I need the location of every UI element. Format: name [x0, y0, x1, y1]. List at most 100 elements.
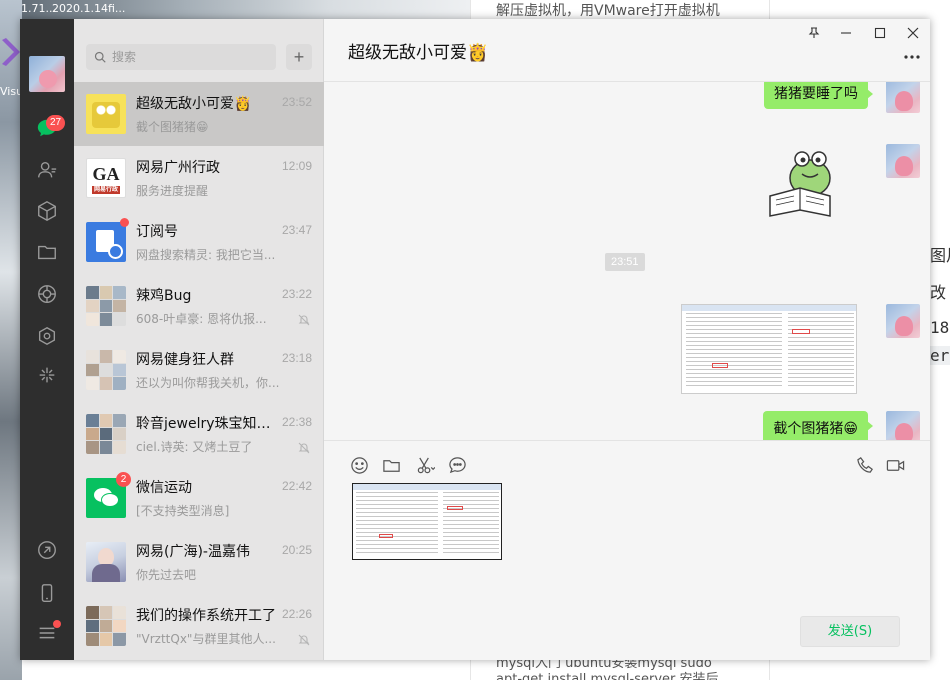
conversation-item[interactable]: 网易(广海)-温嘉伟 20:25 你先过去吧 [74, 530, 324, 594]
time-separator: 23:51 [605, 253, 645, 271]
link-icon[interactable] [33, 536, 61, 564]
conversation-preview: 还以为叫你帮我关机，你... [136, 376, 280, 390]
conversation-name: 超级无敌小可爱👸 [136, 96, 252, 112]
search-icon [94, 51, 106, 63]
draft-image-attachment[interactable] [352, 483, 502, 560]
input-divider [324, 440, 930, 441]
conversation-preview: 608-叶卓豪: 恩将仇报... [136, 312, 267, 326]
conversation-time: 22:42 [281, 479, 312, 493]
mute-bell-icon [298, 634, 310, 646]
minimize-icon[interactable] [838, 25, 854, 41]
conversation-item[interactable]: 辣鸡Bug 23:22 608-叶卓豪: 恩将仇报... [74, 274, 324, 338]
pin-icon[interactable] [806, 25, 822, 41]
background-right-text: er, [930, 346, 950, 365]
conversation-preview: [不支持类型消息] [136, 504, 230, 518]
conversation-item[interactable]: 超级无敌小可爱👸 23:52 截个图猪猪😁 [74, 82, 324, 146]
conversation-avatar [86, 94, 126, 134]
conversation-preview: 你先过去吧 [136, 568, 197, 582]
sender-avatar[interactable] [886, 411, 920, 440]
conversation-time: 23:52 [281, 95, 312, 109]
visual-studio-icon[interactable] [0, 32, 22, 72]
screenshot-scissors-icon[interactable] [414, 454, 436, 476]
conversation-preview: 服务进度提醒 [136, 184, 209, 198]
search-input[interactable] [112, 50, 262, 64]
conversation-item[interactable]: 网易健身狂人群 23:18 还以为叫你帮我关机，你... [74, 338, 324, 402]
background-right-text: 图片 [930, 246, 950, 265]
message-area: 猪猪要睡了吗 23:51 截个图猪猪😁 [324, 82, 930, 440]
conversation-item[interactable]: 订阅号 23:47 网盘搜索精灵: 我把它当... [74, 210, 324, 274]
search-network-icon[interactable] [33, 361, 61, 389]
conversation-avatar [86, 542, 126, 582]
conversation-item[interactable]: 聆音jewelry珠宝知识... 22:38 ciel.诗英: 又烤土豆了 [74, 402, 324, 466]
screenshot-thumbnail[interactable] [681, 304, 857, 394]
message-bubble[interactable]: 截个图猪猪😁 [763, 411, 873, 440]
conversation-name: 辣鸡Bug [136, 288, 192, 304]
menu-notification-dot [53, 620, 61, 628]
sender-avatar[interactable] [886, 304, 920, 338]
contacts-icon[interactable] [33, 156, 61, 184]
mute-bell-icon [298, 314, 310, 326]
sender-avatar[interactable] [886, 144, 920, 178]
conversation-preview: ciel.诗英: 又烤土豆了 [136, 440, 253, 454]
group-avatar [86, 414, 126, 454]
conversation-preview: 网盘搜索精灵: 我把它当... [136, 248, 276, 262]
conversation-preview: 截个图猪猪😁 [136, 120, 209, 134]
background-doc-text: 解压虚拟机，用VMware打开虚拟机 [496, 3, 720, 19]
phone-icon[interactable] [33, 579, 61, 607]
chat-history-icon[interactable] [446, 454, 468, 476]
background-right-text: 18 [930, 318, 950, 337]
conversation-name: 网易(广海)-温嘉伟 [136, 544, 250, 560]
background-right-text: 改 [930, 283, 947, 302]
frog-reading-sticker[interactable] [766, 144, 836, 220]
sender-avatar[interactable] [886, 82, 920, 113]
unread-dot [120, 218, 129, 227]
favorites-icon[interactable] [33, 197, 61, 225]
conversation-item[interactable]: 2 微信运动 22:42 [不支持类型消息] [74, 466, 324, 530]
desktop-app-label: Visual Studio 2 [0, 85, 22, 98]
conversation-list: 超级无敌小可爱👸 23:52 截个图猪猪😁 GA 网易行政 网易广州行政 12:… [74, 82, 324, 658]
files-icon[interactable] [33, 238, 61, 266]
more-options-icon[interactable] [902, 49, 922, 65]
background-doc-text: apt-get install mysql-server 安装后 [496, 672, 719, 680]
conversation-name: 聆音jewelry珠宝知识... [136, 416, 278, 432]
conversation-name: 网易健身狂人群 [136, 352, 234, 368]
conversation-time: 23:47 [281, 223, 312, 237]
mini-programs-icon[interactable] [33, 322, 61, 350]
add-chat-button[interactable]: + [286, 44, 312, 70]
message-bubble[interactable]: 猪猪要睡了吗 [764, 82, 873, 109]
close-icon[interactable] [905, 25, 921, 41]
conversation-panel: + 超级无敌小可爱👸 23:52 截个图猪猪😁 GA 网易行政 网易广州行政 1… [74, 19, 324, 660]
subscription-icon [86, 222, 126, 262]
avatar-logo-subtext: 网易行政 [92, 186, 121, 194]
search-box[interactable] [86, 44, 276, 70]
desktop-taskbar-strip: 0.2.1.71... 2020.1.14fi... [0, 0, 470, 20]
group-avatar [86, 350, 126, 390]
conversation-time: 12:09 [281, 159, 312, 173]
my-avatar[interactable] [29, 56, 65, 92]
conversation-time: 20:25 [281, 543, 312, 557]
group-avatar [86, 286, 126, 326]
mute-bell-icon [298, 442, 310, 454]
wechat-window: 27 搜索 + 超级无敌小可爱👸 23:52 截个图猪猪😁 GA 网易行政 网易… [20, 19, 930, 660]
moments-icon[interactable] [33, 280, 61, 308]
group-avatar [86, 606, 126, 646]
maximize-icon[interactable] [872, 25, 888, 41]
desktop-wallpaper-strip [0, 0, 22, 680]
left-nav-bar: 27 [20, 19, 74, 660]
chat-unread-badge: 27 [46, 115, 66, 131]
folder-icon[interactable] [380, 454, 402, 476]
unread-badge: 2 [116, 472, 131, 487]
conversation-preview: "VrzttQx"与群里其他人... [136, 632, 276, 646]
video-call-icon[interactable] [884, 454, 906, 476]
send-button[interactable]: 发送(S) [800, 616, 900, 647]
chat-panel: 超级无敌小可爱👸 猪猪要睡了吗 23:51 截个图猪猪😁 发送(S) [324, 19, 930, 660]
conversation-item[interactable]: 我们的操作系统开工了 22:26 "VrzttQx"与群里其他人... [74, 594, 324, 658]
conversation-name: 我们的操作系统开工了 [136, 608, 276, 624]
desktop-file-label-2[interactable]: 2020.1.14fi... [52, 2, 125, 15]
conversation-avatar: GA 网易行政 [86, 158, 126, 198]
conversation-item[interactable]: GA 网易行政 网易广州行政 12:09 服务进度提醒 [74, 146, 324, 210]
emoji-icon[interactable] [348, 454, 370, 476]
conversation-name: 微信运动 [136, 480, 192, 496]
conversation-name: 网易广州行政 [136, 160, 220, 176]
voice-call-icon[interactable] [854, 454, 876, 476]
